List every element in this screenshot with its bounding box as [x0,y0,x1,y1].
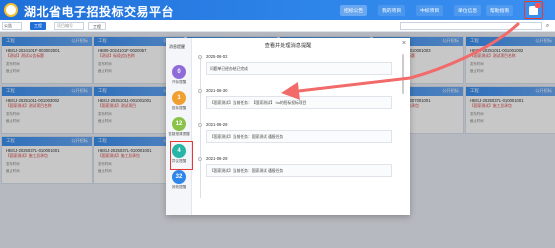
message-reminder-modal: 消息提醒 0 开标提醒 1 投标提醒 12 答疑澄清提醒 4 异议提醒 32 其… [166,38,410,215]
project-code-input[interactable]: 项目编号 [54,22,84,30]
message-date: 2021-06-29 [206,156,228,161]
search-icon[interactable]: ⌕ [543,22,552,30]
close-icon[interactable]: × [402,40,406,47]
timeline-dot [198,157,202,161]
filter-tag[interactable]: 工程 [30,22,46,30]
notification-button[interactable] [524,1,543,19]
nav-item-help[interactable]: 帮助指南 [486,5,514,16]
status-item-clarification[interactable]: 12 答疑澄清提醒 [166,117,192,141]
message-date: 2021-06-30 [206,88,228,93]
filter-toolbar: 公告 工程 项目编号 工程 ⌕ [0,20,555,32]
nav-item-company-info[interactable]: 单位信息 [454,5,482,16]
notification-badge [535,3,541,8]
message-item[interactable]: 【国家测试】当前任务：【国家测试】 hu的招标投标项目 [206,96,392,109]
status-count: 12 [172,117,186,131]
status-item-bid-opening[interactable]: 0 开标提醒 [166,65,192,89]
status-count: 32 [172,170,186,184]
search-input[interactable] [400,22,542,30]
nav-label: 帮助指南 [490,9,510,14]
message-item[interactable]: 问题单已经办结已完成 [206,62,392,75]
timeline-dot [198,123,202,127]
timeline-dot [198,89,202,93]
nav-label: 招标公告 [344,9,364,14]
scrollbar[interactable] [402,54,404,94]
message-date: 2021-06-29 [206,122,228,127]
message-date: 2025-06-02 [206,54,228,59]
status-item-bidding[interactable]: 1 投标提醒 [166,91,192,115]
app-title: 湖北省电子招投标交易平台 [24,5,175,19]
status-label: 投标提醒 [171,106,187,110]
reminder-status-panel: 消息提醒 0 开标提醒 1 投标提醒 12 答疑澄清提醒 4 异议提醒 32 其… [166,38,192,215]
nav-label: 我的项目 [382,9,402,14]
status-label: 开标提醒 [171,80,187,84]
category-select[interactable]: 公告 [2,22,22,30]
message-timeline: 2025-06-02 问题单已经办结已完成 2021-06-30 【国家测试】当… [198,54,398,209]
nav-label: 中标项目 [420,9,440,14]
status-item-other[interactable]: 32 其他提醒 [166,170,192,194]
filter-tag-2[interactable]: 工程 [88,22,106,30]
nav-item-my-projects[interactable]: 我的项目 [378,5,406,16]
status-label: 其他提醒 [171,185,187,189]
nav-label: 单位信息 [458,9,478,14]
timeline-dot [198,55,202,59]
modal-title: 查看并处理消息提醒 [264,43,312,49]
highlight-box [170,141,193,170]
nav-item-announcements[interactable]: 招标公告 [340,5,368,16]
message-item[interactable]: 【国家测试】当前任务：国家测试 通报任务 [206,130,392,143]
nav-item-winning-projects[interactable]: 中标项目 [416,5,444,16]
message-item[interactable]: 【国家测试】当前任务：国家测试 通报任务 [206,164,392,177]
status-label: 答疑澄清提醒 [168,132,190,136]
app-header: 湖北省电子招投标交易平台 招标公告 我的项目 中标项目 单位信息 帮助指南 [0,0,555,20]
timeline-line [199,58,201,198]
status-count: 0 [172,65,186,79]
status-count: 1 [172,91,186,105]
platform-logo [4,3,18,17]
